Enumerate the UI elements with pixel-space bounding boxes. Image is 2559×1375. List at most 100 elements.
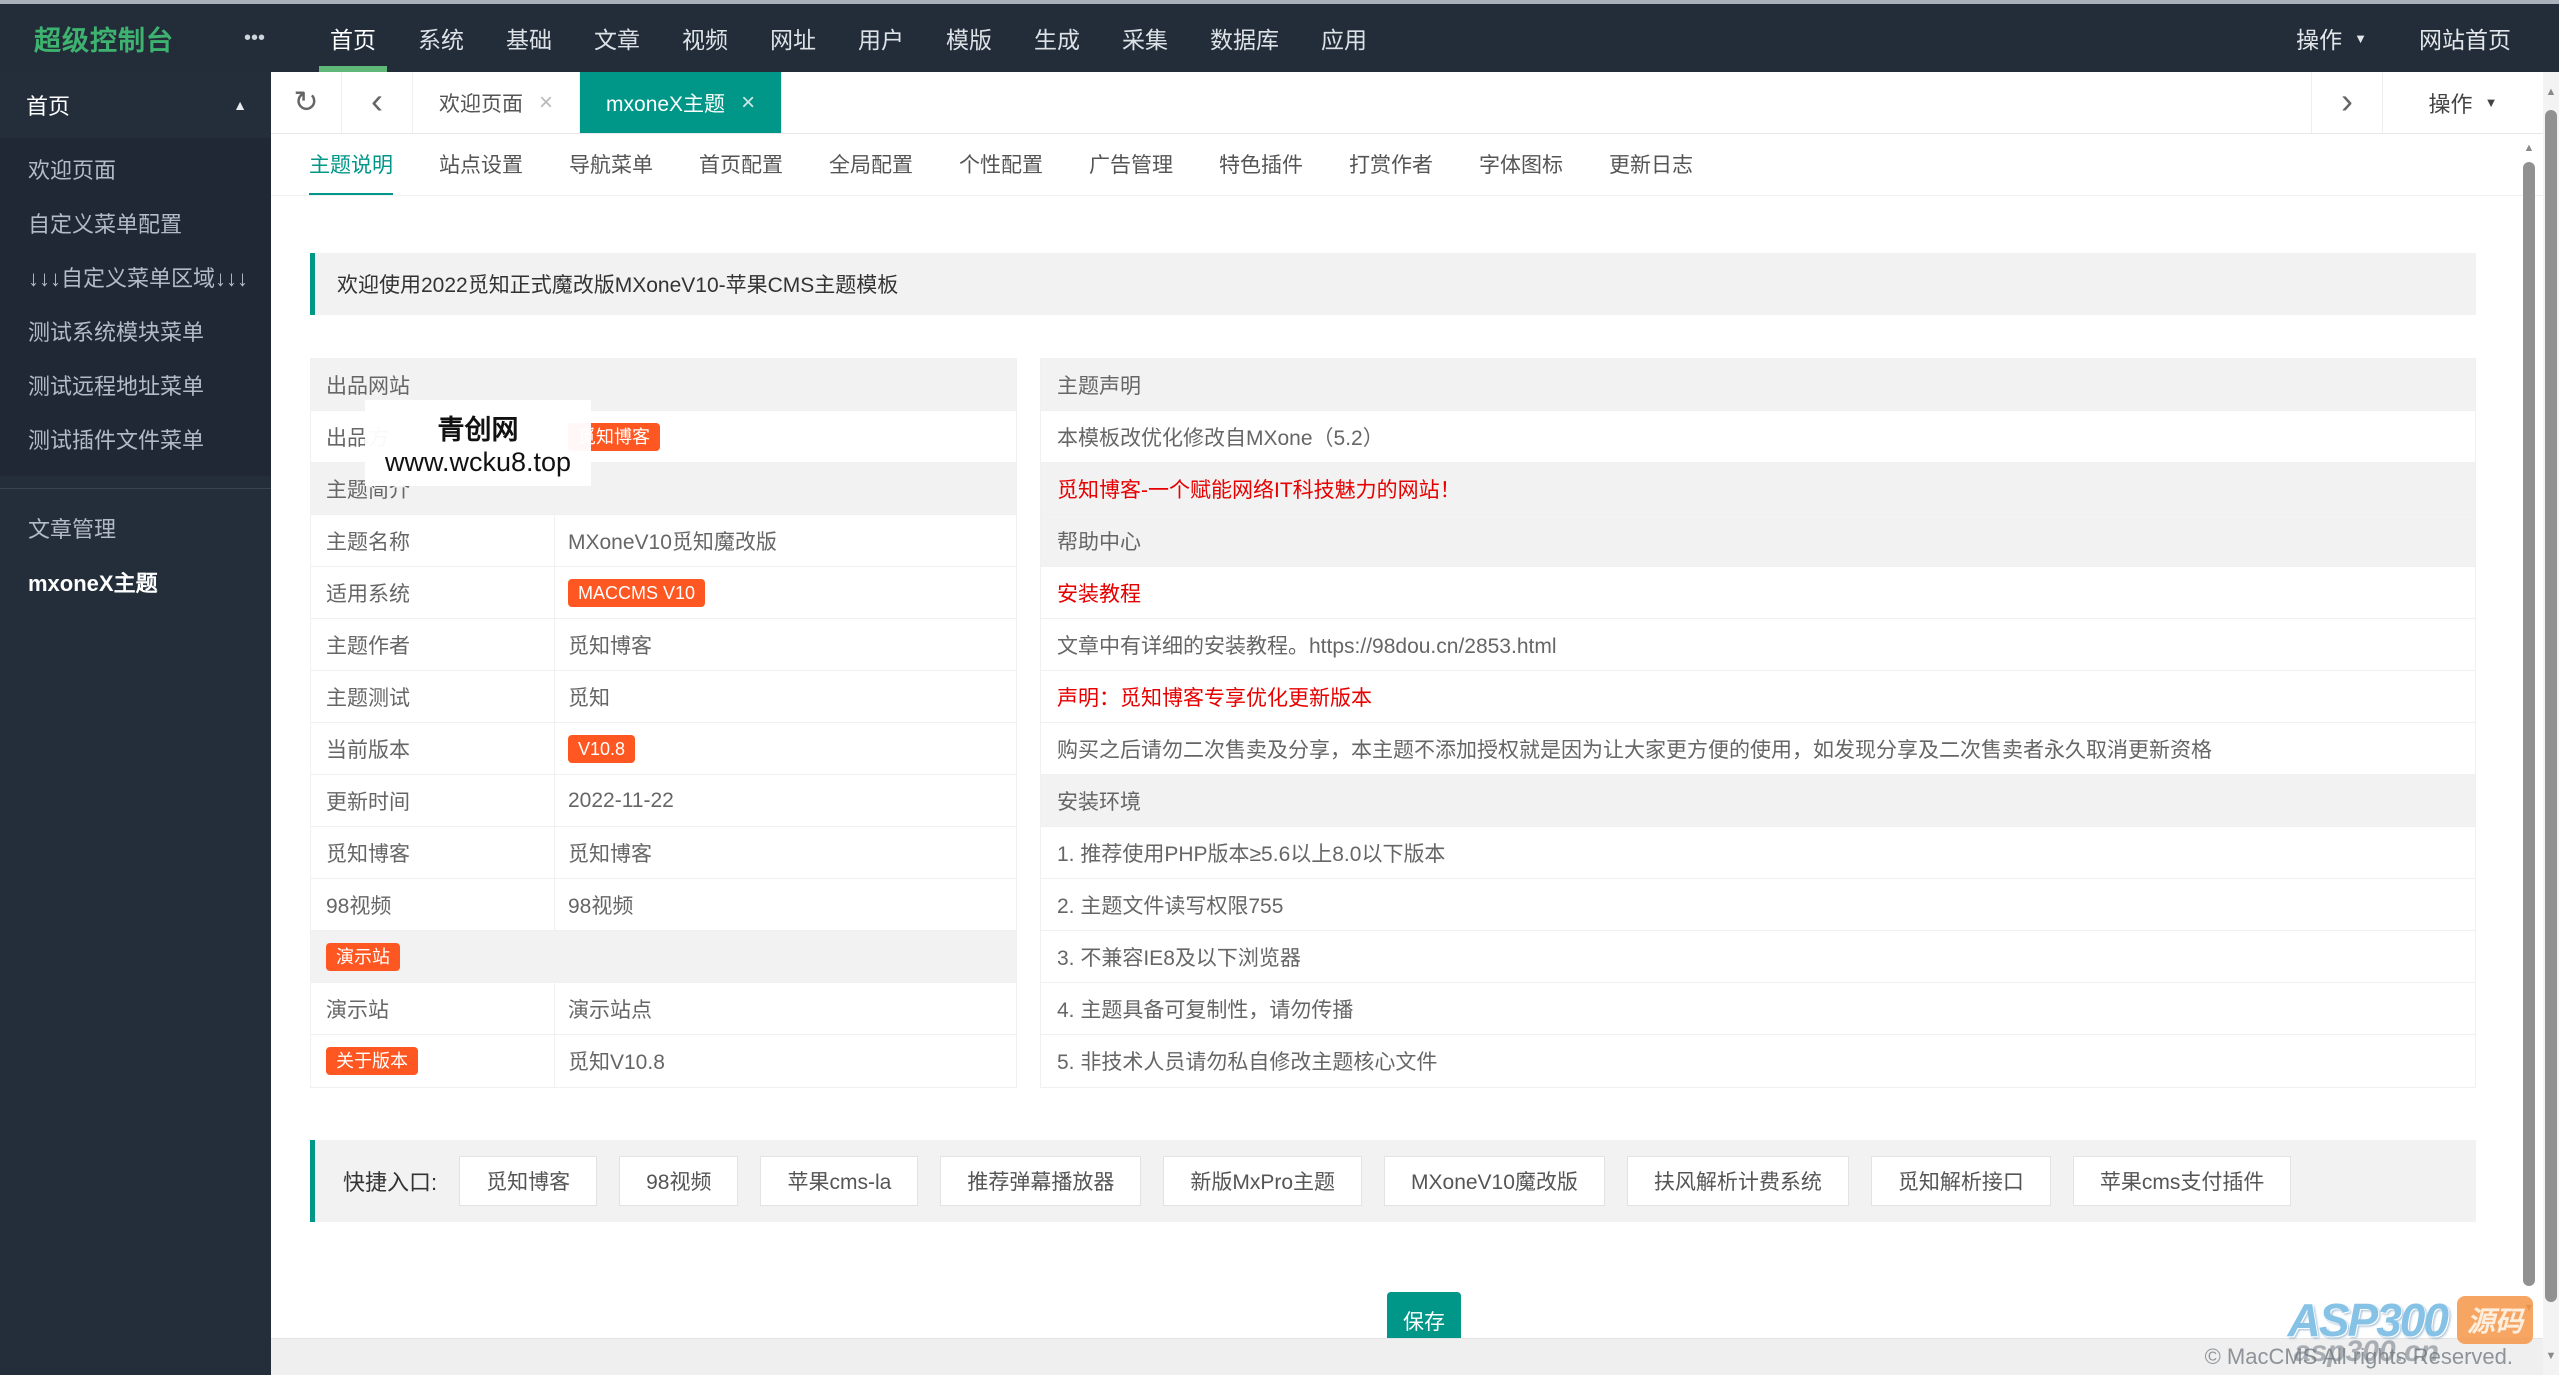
row-label: 关于版本	[311, 1035, 555, 1087]
theme-tab-5[interactable]: 个性配置	[959, 134, 1043, 195]
top-menu-item-1[interactable]: 系统	[397, 4, 485, 72]
watermark-url: www.wcku8.top	[384, 447, 572, 477]
quick-link-7[interactable]: 觅知解析接口	[1870, 1156, 2051, 1206]
top-menu-item-8[interactable]: 生成	[1013, 4, 1101, 72]
table-row: 3. 不兼容IE8及以下浏览器	[1041, 931, 2475, 983]
tabstrip-tabs: 欢迎页面 × mxoneX主题 ×	[413, 72, 783, 133]
table-row: 当前版本 V10.8	[311, 723, 1016, 775]
scroll-down-icon[interactable]: ▼	[2543, 1350, 2559, 1362]
scroll-up-icon[interactable]: ▲	[2521, 142, 2537, 154]
sidebar: 首页 ▲ 欢迎页面 自定义菜单配置 ↓↓↓自定义菜单区域↓↓↓ 测试系统模块菜单 测试远…	[0, 72, 271, 1375]
top-menu-item-3[interactable]: 文章	[573, 4, 661, 72]
table-row: 关于版本 觅知V10.8	[311, 1035, 1016, 1087]
sidebar-bottom-item-0[interactable]: 文章管理	[0, 501, 271, 555]
theme-tab-9[interactable]: 字体图标	[1479, 134, 1563, 195]
quick-link-1[interactable]: 98视频	[619, 1156, 739, 1206]
row-value: 觅知	[568, 686, 610, 710]
tab-label: 欢迎页面	[439, 92, 523, 116]
top-menu-item-5[interactable]: 网址	[749, 4, 837, 72]
quick-link-3[interactable]: 推荐弹幕播放器	[940, 1156, 1142, 1206]
theme-tab-2[interactable]: 导航菜单	[569, 134, 653, 195]
asp300-badge: 源码	[2456, 1296, 2533, 1344]
status-badge: V10.8	[568, 734, 636, 763]
tabstrip-action-dropdown[interactable]: 操作 ▼	[2383, 72, 2543, 133]
top-menu-item-0[interactable]: 首页	[309, 4, 397, 72]
forward-chevron-icon[interactable]: ›	[2311, 72, 2383, 133]
open-tab-1[interactable]: mxoneX主题 ×	[580, 72, 783, 133]
row-label: 演示站	[311, 983, 555, 1034]
row-value: MACCMS V10	[555, 578, 706, 607]
theme-tab-6[interactable]: 广告管理	[1089, 134, 1173, 195]
top-menu-item-2[interactable]: 基础	[485, 4, 573, 72]
theme-tab-1[interactable]: 站点设置	[439, 134, 523, 195]
page-scrollbar-thumb[interactable]	[2545, 110, 2557, 1302]
top-menu-item-4[interactable]: 视频	[661, 4, 749, 72]
top-menu-item-10[interactable]: 数据库	[1189, 4, 1300, 72]
site-home-link[interactable]: 网站首页	[2419, 21, 2511, 55]
table-row: 更新时间 2022-11-22	[311, 775, 1016, 827]
top-menu-item-9[interactable]: 采集	[1101, 4, 1189, 72]
caret-up-icon: ▲	[233, 97, 247, 113]
row-label: 当前版本	[311, 723, 555, 774]
watermark-title: 青创网	[437, 415, 519, 445]
theme-tab-10[interactable]: 更新日志	[1609, 134, 1693, 195]
topbar-action-dropdown[interactable]: 操作 ▼	[2296, 21, 2367, 55]
quick-link-8[interactable]: 苹果cms支付插件	[2072, 1156, 2292, 1206]
content-scrollbar[interactable]: ▲ ▼	[2521, 134, 2537, 1338]
sidebar-item-3[interactable]: 测试系统模块菜单	[0, 304, 271, 358]
top-menu-item-11[interactable]: 应用	[1300, 4, 1388, 72]
theme-tab-7[interactable]: 特色插件	[1219, 134, 1303, 195]
table-row: 本模板改优化修改自MXone（5.2）	[1041, 411, 2475, 463]
sidebar-item-0[interactable]: 欢迎页面	[0, 142, 271, 196]
quick-entry-bar: 快捷入口: 觅知博客 98视频 苹果cms-la 推荐弹幕播放器 新版MxPro主题 MX…	[310, 1140, 2476, 1222]
table-row: 演示站	[311, 931, 1016, 983]
sidebar-item-4[interactable]: 测试远程地址菜单	[0, 358, 271, 412]
app-logo: 超级控制台	[34, 25, 174, 56]
top-navbar: 超级控制台 ••• 首页 系统 基础 文章 视频 网址 用户 模版 生成 采集 数据库 应用 操作 ▼…	[0, 4, 2559, 72]
row-label: 98视频	[311, 879, 555, 930]
top-menu-item-7[interactable]: 模版	[925, 4, 1013, 72]
row-value: 演示站点	[568, 998, 652, 1022]
table-row: 适用系统 MACCMS V10	[311, 567, 1016, 619]
theme-tab-3[interactable]: 首页配置	[699, 134, 783, 195]
topbar-right: 操作 ▼ 网站首页	[2296, 4, 2559, 72]
table-row: 98视频 98视频	[311, 879, 1016, 931]
top-menu-item-6[interactable]: 用户	[837, 4, 925, 72]
sidebar-bottom-item-1[interactable]: mxoneX主题	[0, 555, 271, 609]
open-tab-0[interactable]: 欢迎页面 ×	[413, 72, 581, 133]
scroll-up-icon[interactable]: ▲	[2543, 86, 2559, 98]
more-menu-icon[interactable]: •••	[230, 4, 309, 72]
table-row: 主题测试 觅知	[311, 671, 1016, 723]
theme-tab-4[interactable]: 全局配置	[829, 134, 913, 195]
quick-link-6[interactable]: 扶风解析计费系统	[1626, 1156, 1849, 1206]
tab-label: mxoneX主题	[606, 92, 726, 116]
row-value: V10.8	[555, 734, 636, 763]
sidebar-item-5[interactable]: 测试插件文件菜单	[0, 412, 271, 466]
row-value: MXoneV10觅知魔改版	[568, 530, 777, 554]
close-icon[interactable]: ×	[539, 90, 553, 115]
theme-tab-8[interactable]: 打赏作者	[1349, 134, 1433, 195]
quick-link-4[interactable]: 新版MxPro主题	[1163, 1156, 1363, 1206]
page-scrollbar[interactable]: ▲ ▼	[2543, 72, 2559, 1375]
table-row: 安装环境	[1041, 775, 2475, 827]
table-row: 2. 主题文件读写权限755	[1041, 879, 2475, 931]
close-icon[interactable]: ×	[741, 90, 755, 115]
sidebar-item-2[interactable]: ↓↓↓自定义菜单区域↓↓↓	[0, 250, 271, 304]
sidebar-section-home[interactable]: 首页 ▲	[0, 72, 271, 138]
refresh-icon[interactable]: ↻	[271, 72, 342, 133]
quick-link-5[interactable]: MXoneV10魔改版	[1384, 1156, 1605, 1206]
sidebar-item-1[interactable]: 自定义菜单配置	[0, 196, 271, 250]
quick-entry-buttons: 觅知博客 98视频 苹果cms-la 推荐弹幕播放器 新版MxPro主题 MXoneV10…	[437, 1156, 2292, 1206]
content-scrollbar-thumb[interactable]	[2523, 162, 2535, 1286]
back-chevron-icon[interactable]: ‹	[342, 72, 413, 133]
content-panel: 主题说明 站点设置 导航菜单 首页配置 全局配置 个性配置 广告管理 特色插件 打赏作者 字体图标…	[271, 134, 2543, 1338]
table-row: 声明：觅知博客专享优化更新版本	[1041, 671, 2475, 723]
quick-link-0[interactable]: 觅知博客	[459, 1156, 598, 1206]
quick-link-2[interactable]: 苹果cms-la	[760, 1156, 919, 1206]
quick-entry-label: 快捷入口:	[343, 1170, 438, 1195]
theme-tab-0[interactable]: 主题说明	[309, 134, 393, 195]
asp300-domain: asp300.cn	[2293, 1335, 2439, 1368]
table-row: 觅知博客-一个赋能网络IT科技魅力的网站！	[1041, 463, 2475, 515]
save-button[interactable]: 保存	[1387, 1292, 1461, 1338]
topbar-action-label: 操作	[2296, 27, 2343, 53]
